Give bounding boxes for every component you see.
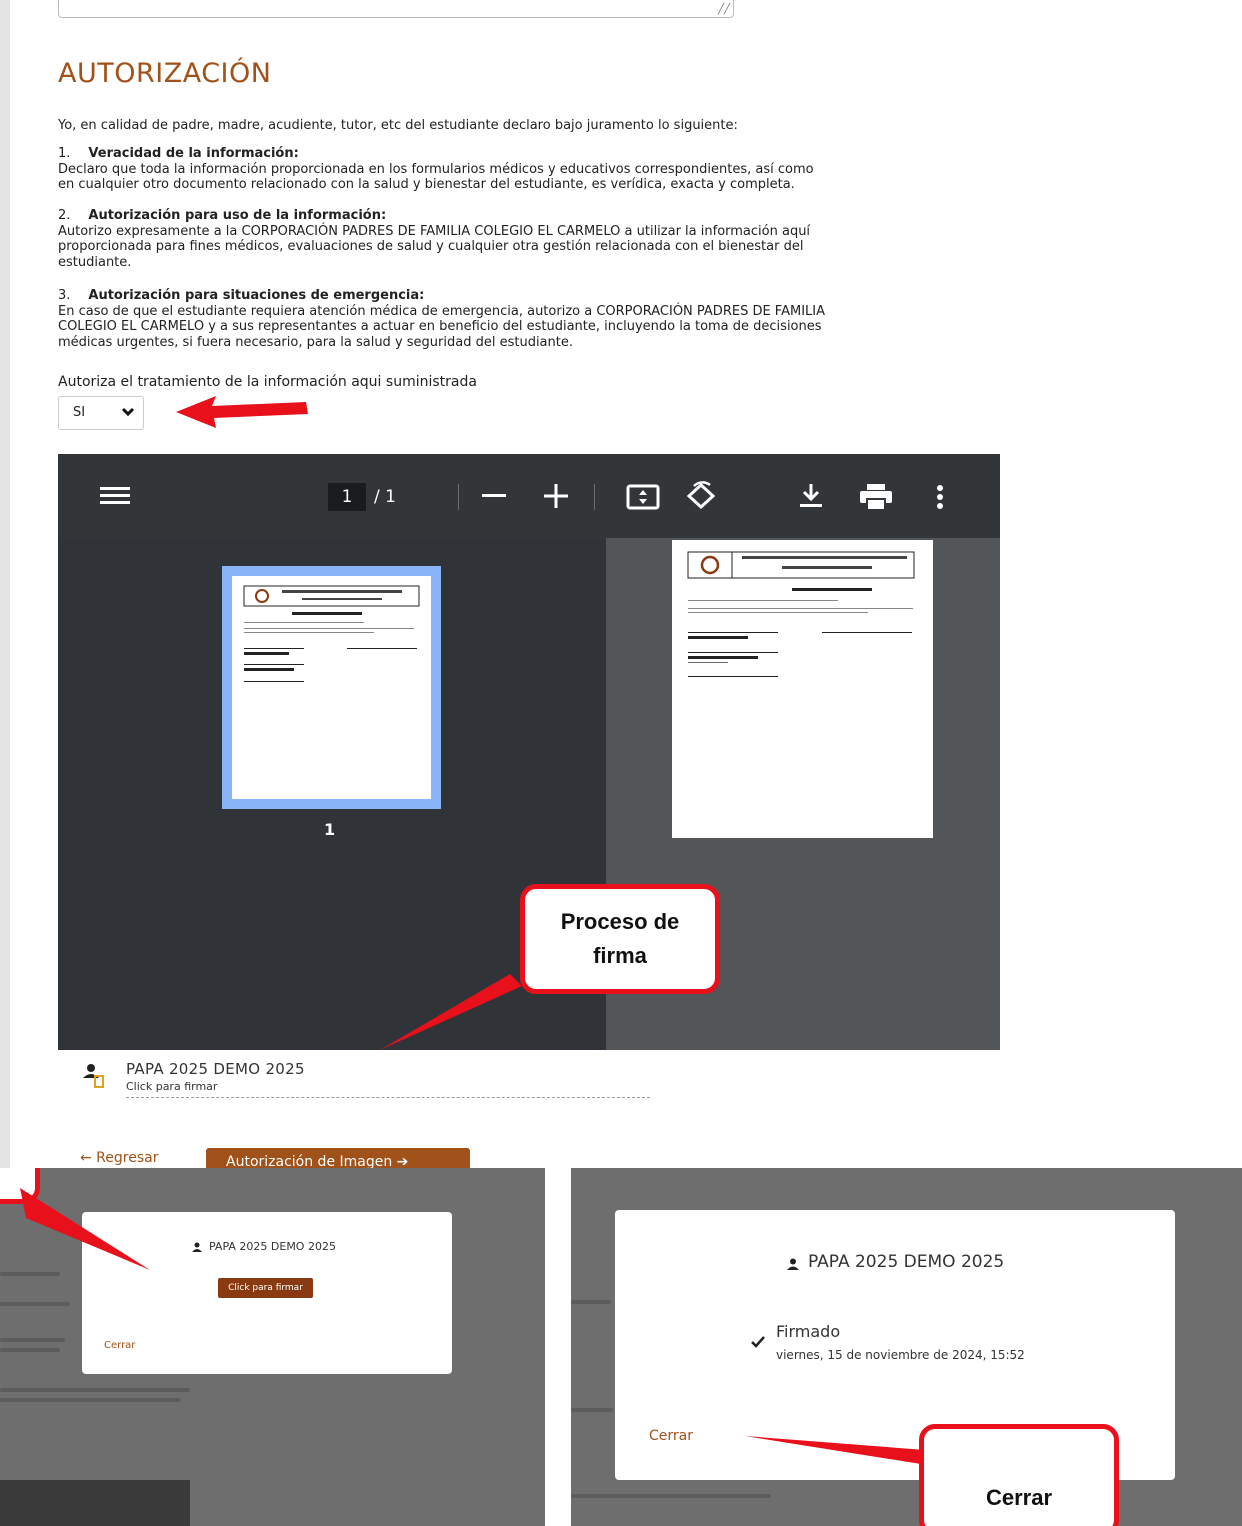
background-blur xyxy=(571,1300,611,1304)
clause-heading: Autorización para situaciones de emergen… xyxy=(88,288,425,303)
chevron-down-icon xyxy=(121,407,135,417)
fit-page-icon[interactable] xyxy=(626,484,660,510)
signed-modal-screenshot: PAPA 2025 DEMO 2025 Firmado viernes, 15 … xyxy=(571,1168,1242,1526)
section-title: AUTORIZACIÓN xyxy=(58,58,272,89)
menu-icon[interactable] xyxy=(100,485,130,507)
clause-line: COLEGIO EL CARMELO y a sus representante… xyxy=(58,319,822,334)
clause-1: 1. Veracidad de la información: Declaro q… xyxy=(58,146,1003,193)
download-icon[interactable] xyxy=(800,484,822,508)
person-icon xyxy=(787,1258,799,1270)
close-link[interactable]: Cerrar xyxy=(104,1340,135,1351)
rotate-icon[interactable] xyxy=(684,480,718,512)
thumbnail-page xyxy=(232,576,431,799)
background-blur xyxy=(0,1480,190,1526)
authorize-select-value: SI xyxy=(73,405,86,420)
authorize-label: Autoriza el tratamiento de la informació… xyxy=(58,374,477,390)
pdf-toolbar: 1 / 1 xyxy=(58,454,1000,538)
background-blur xyxy=(0,1388,190,1392)
background-blur xyxy=(0,1302,70,1306)
sign-modal-screenshot: PAPA 2025 DEMO 2025 Click para firmar Ce… xyxy=(0,1168,545,1526)
background-blur xyxy=(0,1348,60,1352)
zoom-out-icon[interactable] xyxy=(482,494,506,498)
background-blur xyxy=(0,1398,180,1402)
back-button[interactable]: ← Regresar xyxy=(80,1150,200,1168)
check-icon xyxy=(751,1336,765,1348)
print-icon[interactable] xyxy=(860,484,892,510)
page-thumbnail[interactable] xyxy=(222,566,441,809)
background-blur xyxy=(0,1338,65,1342)
signer-name[interactable]: PAPA 2025 DEMO 2025 xyxy=(126,1060,305,1078)
left-border xyxy=(0,0,10,1168)
modal-signer-name: PAPA 2025 DEMO 2025 xyxy=(209,1240,336,1253)
clause-line: En caso de que el estudiante requiera at… xyxy=(58,303,826,319)
clause-3: 3. Autorización para situaciones de emerg… xyxy=(58,288,1003,350)
callout-close: Cerrar xyxy=(919,1424,1119,1526)
textarea-field[interactable]: ╱╱ xyxy=(58,0,734,18)
background-blur xyxy=(571,1408,613,1412)
clause-line: en cualquier otro documento relacionado … xyxy=(58,177,795,192)
callout-pointer xyxy=(20,1188,150,1270)
toolbar-divider xyxy=(458,484,459,510)
sign-hint[interactable]: Click para firmar xyxy=(126,1080,217,1093)
signed-status: Firmado xyxy=(776,1322,841,1341)
clause-number: 2. xyxy=(58,208,71,223)
authorize-select[interactable]: SI xyxy=(58,396,144,430)
user-pending-icon xyxy=(83,1064,104,1088)
clause-heading: Autorización para uso de la información: xyxy=(88,208,387,223)
clause-number: 1. xyxy=(58,146,71,161)
clause-line: proporcionada para fines médicos, evalua… xyxy=(58,239,804,254)
intro-text: Yo, en calidad de padre, madre, acudient… xyxy=(58,118,738,133)
toolbar-divider xyxy=(594,484,595,510)
clause-line: Declaro que toda la información proporci… xyxy=(58,161,814,177)
red-arrow-annotation xyxy=(176,396,308,428)
clause-line: Autorizo expresamente a la CORPORACIÓN P… xyxy=(58,223,811,239)
callout-text: Proceso de xyxy=(560,909,680,934)
pdf-page-content xyxy=(687,551,915,677)
page-number-input[interactable]: 1 xyxy=(328,483,366,511)
callout-pointer xyxy=(380,974,522,1050)
clause-2: 2. Autorización para uso de la informació… xyxy=(58,208,1003,270)
clause-line: médicas urgentes, si fuera necesario, pa… xyxy=(58,334,573,350)
clause-line: estudiante. xyxy=(58,254,132,270)
thumbnail-document-preview xyxy=(243,585,420,682)
callout-pointer xyxy=(745,1436,925,1464)
zoom-in-icon[interactable] xyxy=(544,484,568,508)
clause-number: 3. xyxy=(58,288,71,303)
resize-grip-icon[interactable]: ╱╱ xyxy=(718,5,730,15)
sign-button[interactable]: Click para firmar xyxy=(218,1278,313,1298)
background-blur xyxy=(571,1494,771,1498)
page-total: / 1 xyxy=(374,487,396,507)
signed-date: viernes, 15 de noviembre de 2024, 15:52 xyxy=(776,1348,1025,1362)
modal-signer-name: PAPA 2025 DEMO 2025 xyxy=(808,1252,1005,1272)
clause-heading: Veracidad de la información: xyxy=(88,146,299,161)
next-button[interactable]: Autorización de Imagen ➔ xyxy=(206,1148,470,1168)
more-vert-icon[interactable] xyxy=(936,484,944,510)
signature-line xyxy=(126,1097,650,1098)
close-link[interactable]: Cerrar xyxy=(649,1428,693,1444)
person-icon xyxy=(192,1242,202,1252)
pdf-page xyxy=(672,540,933,838)
thumbnail-number: 1 xyxy=(324,820,336,839)
